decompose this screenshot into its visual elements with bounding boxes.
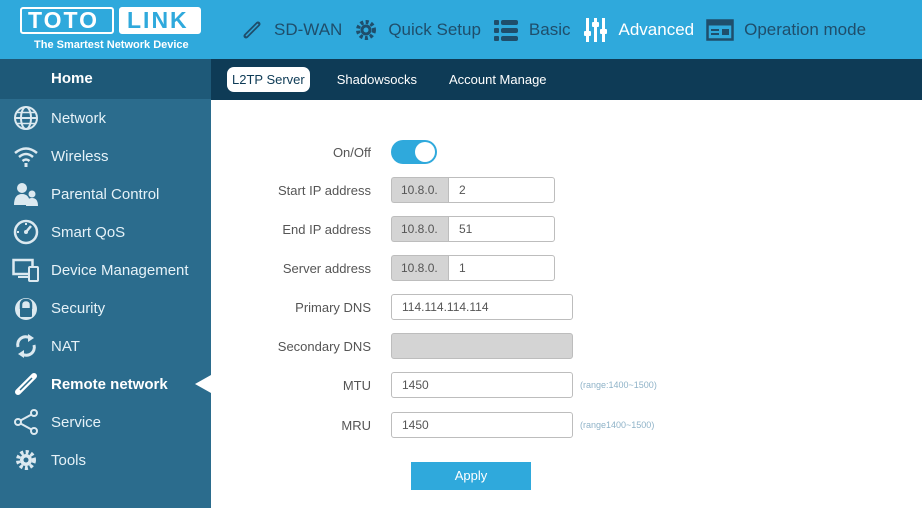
- sidebar-item-label: Remote network: [51, 375, 168, 393]
- sidebar-item-label: Smart QoS: [51, 223, 126, 241]
- topnav-label: Advanced: [618, 19, 695, 39]
- onoff-label: On/Off: [332, 144, 371, 160]
- topnav-label: SD-WAN: [274, 19, 343, 39]
- primary-dns-label: Primary DNS: [295, 299, 371, 315]
- start-ip-input[interactable]: 2: [448, 177, 555, 203]
- sidebar: Home Network Wireless Parental Control S…: [0, 59, 211, 508]
- row-secondary-dns: Secondary DNS: [211, 332, 922, 360]
- topnav-label: Basic: [528, 19, 571, 39]
- sidebar-item-label: Security: [51, 299, 106, 317]
- start-ip-prefix: 10.8.0.: [391, 177, 448, 203]
- sidebar-item-service[interactable]: Service: [0, 403, 211, 441]
- topnav-operation-mode[interactable]: Operation mode: [706, 0, 866, 59]
- sidebar-item-smart-qos[interactable]: Smart QoS: [0, 213, 211, 251]
- sidebar-item-label: Service: [51, 413, 102, 431]
- topnav-quick-setup[interactable]: Quick Setup: [354, 0, 481, 59]
- tools-gear-icon: [0, 448, 51, 472]
- row-mtu: MTU 1450 (range:1400~1500): [211, 371, 922, 399]
- list-icon: [493, 19, 518, 41]
- subtab-bar: L2TP Server Shadowsocks Account Manage: [211, 59, 922, 100]
- share-icon: [0, 409, 51, 435]
- row-mru: MRU 1450 (range1400~1500): [211, 411, 922, 439]
- sidebar-item-security[interactable]: Security: [0, 289, 211, 327]
- sidebar-item-network[interactable]: Network: [0, 99, 211, 137]
- row-onoff: On/Off: [211, 138, 922, 166]
- mtu-label: MTU: [342, 377, 371, 393]
- topnav-label: Quick Setup: [388, 19, 481, 39]
- secondary-dns-input[interactable]: [391, 333, 573, 359]
- mtu-input[interactable]: 1450: [391, 372, 573, 398]
- tab-shadowsocks[interactable]: Shadowsocks: [332, 67, 422, 92]
- sidebar-item-label: Wireless: [51, 147, 109, 165]
- mru-range-hint: (range1400~1500): [580, 420, 655, 430]
- server-address-prefix: 10.8.0.: [391, 255, 448, 281]
- topnav-label: Operation mode: [744, 19, 867, 39]
- sliders-icon: [583, 17, 607, 42]
- sidebar-item-label: Tools: [51, 451, 87, 469]
- sidebar-item-remote-network[interactable]: Remote network: [0, 365, 211, 403]
- server-address-label: Server address: [282, 260, 371, 276]
- tab-l2tp-server[interactable]: L2TP Server: [227, 67, 310, 92]
- top-header: TOTO LINK The Smartest Network Device SD…: [0, 0, 922, 59]
- sidebar-item-parental-control[interactable]: Parental Control: [0, 175, 211, 213]
- row-end-ip: End IP address 10.8.0. 51: [211, 215, 922, 243]
- start-ip-label: Start IP address: [278, 182, 371, 198]
- globe-icon: [0, 105, 51, 131]
- secondary-dns-label: Secondary DNS: [277, 338, 371, 354]
- sidebar-item-wireless[interactable]: Wireless: [0, 137, 211, 175]
- apply-button[interactable]: Apply: [411, 462, 531, 490]
- mru-label: MRU: [341, 417, 371, 433]
- primary-dns-input[interactable]: 114.114.114.114: [391, 294, 573, 320]
- link-icon: [243, 21, 261, 38]
- tab-account-manage[interactable]: Account Manage: [444, 67, 552, 92]
- sidebar-item-device-management[interactable]: Device Management: [0, 251, 211, 289]
- parental-icon: [0, 181, 51, 207]
- mtu-range-hint: (range:1400~1500): [580, 380, 657, 390]
- refresh-icon: [0, 333, 51, 359]
- mru-input[interactable]: 1450: [391, 412, 573, 438]
- logo-right-text: LINK: [119, 7, 201, 34]
- sidebar-item-nat[interactable]: NAT: [0, 327, 211, 365]
- window-icon: [706, 18, 734, 41]
- top-navigation: SD-WAN Quick Setup Basic Advanced Operat…: [240, 0, 878, 59]
- sidebar-item-label: NAT: [51, 337, 80, 355]
- onoff-toggle[interactable]: [391, 140, 437, 164]
- totolink-logo[interactable]: TOTO LINK The Smartest Network Device: [20, 7, 201, 55]
- sidebar-home[interactable]: Home: [0, 59, 211, 99]
- sidebar-item-label: Parental Control: [51, 185, 160, 203]
- row-primary-dns: Primary DNS 114.114.114.114: [211, 293, 922, 321]
- end-ip-label: End IP address: [282, 221, 371, 237]
- toggle-knob: [415, 142, 435, 162]
- sidebar-item-label: Device Management: [51, 261, 189, 279]
- wifi-icon: [0, 144, 51, 168]
- sidebar-item-label: Network: [51, 109, 107, 127]
- gear-icon: [356, 19, 377, 40]
- gauge-icon: [0, 219, 51, 245]
- topnav-advanced[interactable]: Advanced: [583, 0, 695, 59]
- row-start-ip: Start IP address 10.8.0. 2: [211, 176, 922, 204]
- lock-icon: [0, 295, 51, 321]
- server-address-input[interactable]: 1: [448, 255, 555, 281]
- sidebar-item-tools[interactable]: Tools: [0, 441, 211, 479]
- row-server-address: Server address 10.8.0. 1: [211, 254, 922, 282]
- topnav-basic[interactable]: Basic: [493, 0, 571, 59]
- logo-left-text: TOTO: [20, 7, 114, 34]
- logo-tagline: The Smartest Network Device: [34, 39, 189, 51]
- devices-icon: [0, 258, 51, 282]
- l2tp-server-form: On/Off Start IP address 10.8.0. 2 End IP…: [211, 100, 922, 508]
- end-ip-prefix: 10.8.0.: [391, 216, 448, 242]
- end-ip-input[interactable]: 51: [448, 216, 555, 242]
- topnav-sd-wan[interactable]: SD-WAN: [240, 0, 342, 59]
- link-icon: [0, 371, 51, 397]
